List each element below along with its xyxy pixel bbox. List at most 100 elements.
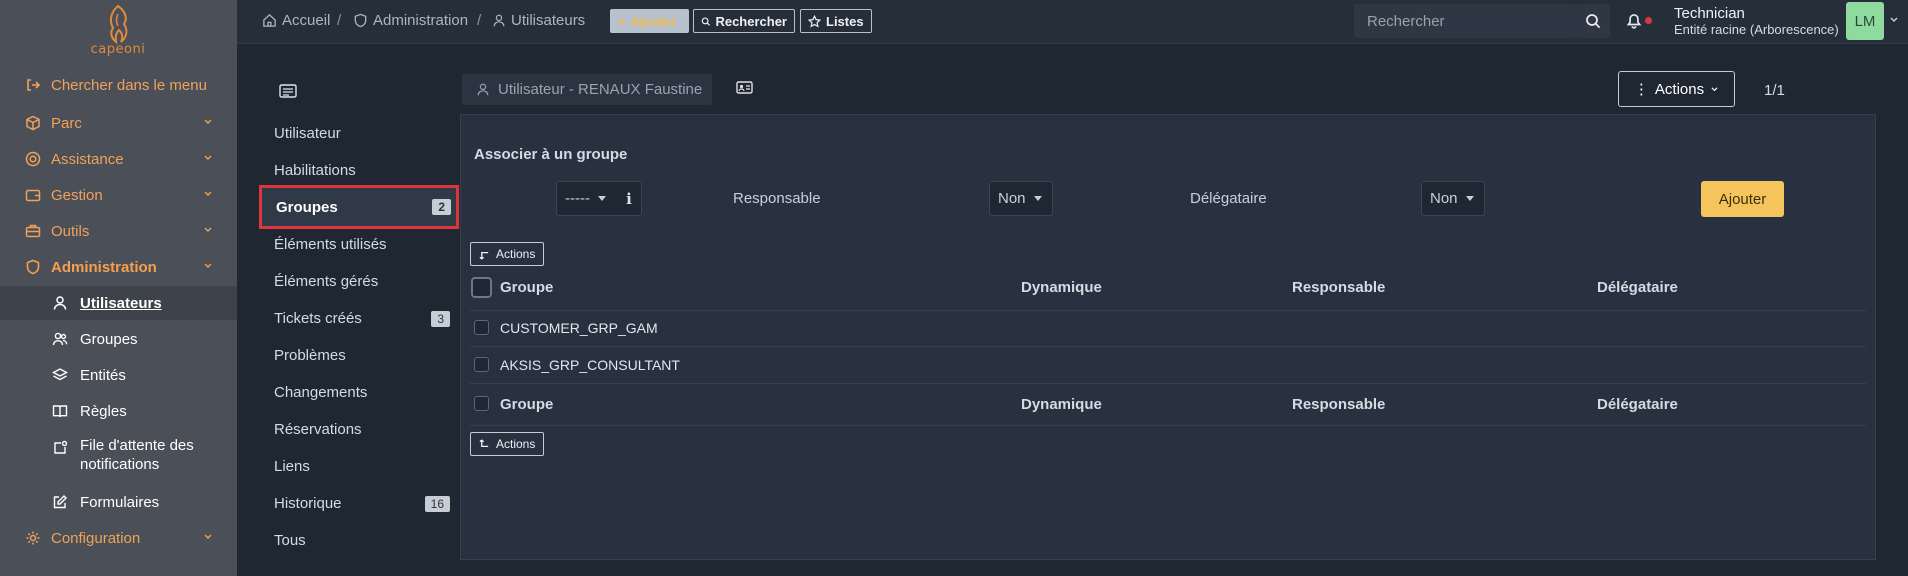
- notification-queue-icon: [52, 440, 68, 456]
- column-header-groupe[interactable]: Groupe: [500, 279, 553, 296]
- chevron-down-icon[interactable]: [1889, 16, 1899, 24]
- add-group-label: Ajouter: [1718, 190, 1767, 208]
- sidebar-subitem-formulaires[interactable]: Formulaires: [0, 485, 237, 519]
- logo[interactable]: capeoni: [85, 4, 151, 60]
- sidebar-subitem-groupes[interactable]: Groupes: [0, 322, 237, 356]
- avatar[interactable]: LM: [1846, 2, 1884, 40]
- sidebar-item-outils[interactable]: Outils: [0, 214, 237, 248]
- tab-badge: 2: [432, 199, 451, 215]
- table-divider: [470, 310, 1866, 311]
- column-header-responsable[interactable]: Responsable: [1292, 279, 1385, 296]
- tab-changements[interactable]: Changements: [261, 374, 454, 411]
- sidebar-item-assistance[interactable]: Assistance: [0, 142, 237, 176]
- table-cell-groupe[interactable]: AKSIS_GRP_CONSULTANT: [500, 357, 680, 373]
- sidebar-item-label: Outils: [51, 222, 90, 240]
- user-icon: [493, 14, 505, 27]
- tab-problemes[interactable]: Problèmes: [261, 337, 454, 374]
- sidebar-subitem-label: Entités: [80, 366, 126, 384]
- row-checkbox[interactable]: [474, 357, 489, 372]
- global-search-input[interactable]: Rechercher: [1354, 4, 1576, 38]
- column-footer-dynamique[interactable]: Dynamique: [1021, 396, 1102, 413]
- bell-icon[interactable]: [1625, 11, 1643, 29]
- tab-elements-utilises[interactable]: Éléments utilisés: [261, 226, 454, 263]
- tab-habilitations[interactable]: Habilitations: [261, 152, 454, 189]
- arrow-right-to-bracket-icon: [25, 77, 41, 93]
- delegataire-label: Délégataire: [1190, 190, 1267, 207]
- search-button[interactable]: Rechercher: [693, 9, 795, 33]
- table-divider: [470, 425, 1866, 426]
- sidebar-item-label: Configuration: [51, 529, 141, 547]
- sidebar-item-configuration[interactable]: Configuration: [0, 521, 237, 555]
- table-divider: [470, 346, 1866, 347]
- mass-actions-top-button[interactable]: Actions: [470, 242, 545, 266]
- arrow-turn-up-icon: [479, 438, 489, 447]
- tab-label: Groupes: [276, 198, 338, 216]
- tab-badge: 16: [424, 495, 450, 512]
- sidebar-subitem-entites[interactable]: Entités: [0, 358, 237, 392]
- actions-label: Actions: [1654, 80, 1705, 98]
- sidebar: capeoni Chercher dans le menu Parc Assis…: [0, 0, 237, 576]
- tab-elements-geres[interactable]: Éléments gérés: [261, 263, 454, 300]
- column-header-dynamique[interactable]: Dynamique: [1021, 279, 1102, 296]
- caret-down-icon: [597, 195, 606, 201]
- add-button[interactable]: + Ajouter: [610, 9, 689, 33]
- group-select-value: -----: [565, 190, 590, 207]
- tab-tous[interactable]: Tous: [261, 522, 454, 559]
- column-footer-groupe[interactable]: Groupe: [500, 396, 553, 413]
- chevron-down-icon: [204, 227, 212, 232]
- responsable-select-value: Non: [998, 190, 1026, 207]
- user-name[interactable]: Technician: [1674, 5, 1745, 22]
- select-all-checkbox[interactable]: [471, 277, 492, 298]
- responsable-select[interactable]: Non: [989, 181, 1053, 216]
- sidebar-item-parc[interactable]: Parc: [0, 106, 237, 140]
- tab-tickets-crees[interactable]: Tickets créés 3: [261, 300, 454, 337]
- breadcrumb-administration[interactable]: Administration: [353, 12, 468, 29]
- actions-button[interactable]: ⋮ Actions: [1618, 71, 1735, 107]
- global-search-button[interactable]: [1576, 4, 1610, 38]
- id-card-icon[interactable]: [736, 81, 753, 94]
- sidebar-item-gestion[interactable]: Gestion: [0, 178, 237, 212]
- tab-groupes[interactable]: Groupes 2: [259, 185, 459, 229]
- sidebar-item-search-menu[interactable]: Chercher dans le menu: [0, 68, 237, 102]
- sidebar-subitem-regles[interactable]: Règles: [0, 394, 237, 428]
- add-group-button[interactable]: Ajouter: [1701, 181, 1784, 217]
- breadcrumb-home[interactable]: Accueil: [262, 12, 330, 29]
- sidebar-subitem-label: Utilisateurs: [80, 294, 162, 312]
- book-icon: [52, 403, 68, 419]
- topbar: [237, 0, 1908, 44]
- tab-utilisateur[interactable]: Utilisateur: [261, 115, 454, 152]
- add-button-label: Ajouter: [630, 13, 677, 29]
- group-select[interactable]: -----: [556, 181, 618, 216]
- info-button[interactable]: i: [617, 181, 642, 216]
- home-icon: [263, 13, 276, 27]
- column-footer-responsable[interactable]: Responsable: [1292, 396, 1385, 413]
- tab-historique[interactable]: Historique 16: [261, 485, 454, 522]
- breadcrumb-utilisateurs[interactable]: Utilisateurs: [492, 12, 585, 29]
- breadcrumb-label: Administration: [373, 12, 469, 29]
- shield-icon: [25, 259, 41, 275]
- row-checkbox[interactable]: [474, 320, 489, 335]
- mass-actions-bottom-button[interactable]: Actions: [470, 432, 545, 456]
- sidebar-subitem-notification-queue[interactable]: File d'attente des notifications: [0, 432, 237, 476]
- select-all-checkbox-footer[interactable]: [474, 396, 489, 411]
- column-footer-delegataire[interactable]: Délégataire: [1597, 396, 1678, 413]
- users-icon: [52, 331, 68, 347]
- search-placeholder: Rechercher: [1367, 12, 1445, 30]
- tab-liens[interactable]: Liens: [261, 448, 454, 485]
- column-header-delegataire[interactable]: Délégataire: [1597, 279, 1678, 296]
- tab-label: Problèmes: [274, 347, 346, 364]
- chevron-down-icon: [1711, 86, 1718, 91]
- caret-down-icon: [1033, 195, 1042, 201]
- lists-button[interactable]: Listes: [800, 9, 872, 33]
- table-cell-groupe[interactable]: CUSTOMER_GRP_GAM: [500, 320, 658, 336]
- user-entity[interactable]: Entité racine (Arborescence): [1674, 22, 1839, 37]
- avatar-initials: LM: [1854, 12, 1876, 30]
- delegataire-select[interactable]: Non: [1421, 181, 1485, 216]
- sidebar-item-label: Gestion: [51, 186, 103, 204]
- tab-reservations[interactable]: Réservations: [261, 411, 454, 448]
- tab-badge: 3: [431, 310, 450, 327]
- sidebar-subitem-label: Formulaires: [80, 493, 160, 511]
- list-icon[interactable]: [279, 84, 297, 98]
- sidebar-item-administration[interactable]: Administration: [0, 250, 237, 284]
- sidebar-subitem-utilisateurs[interactable]: Utilisateurs: [0, 286, 237, 320]
